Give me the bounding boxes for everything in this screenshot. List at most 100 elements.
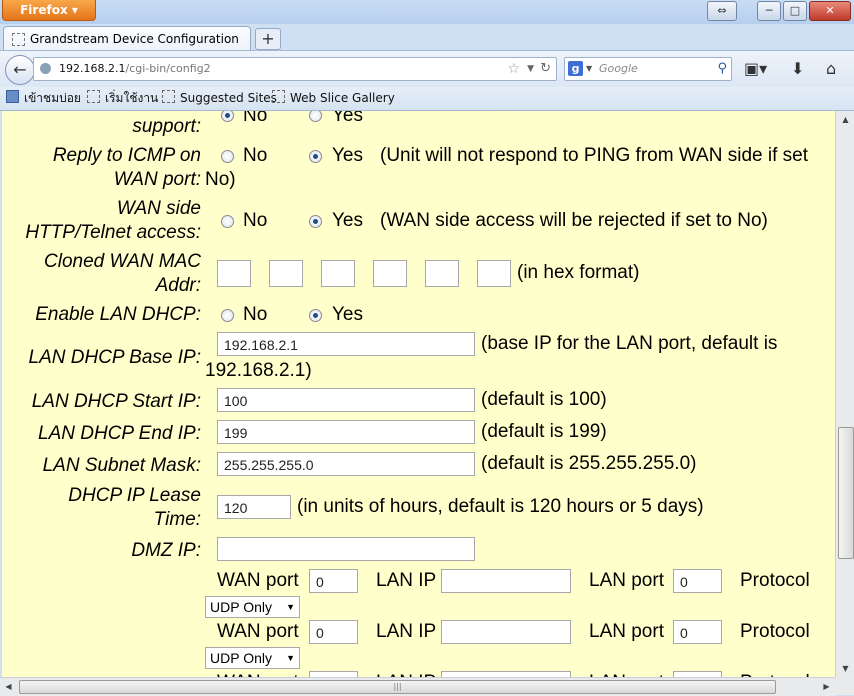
icmp-label-line2: WAN port:	[113, 169, 201, 190]
search-box[interactable]: g ▼ Google ⚲	[564, 57, 732, 81]
bookmark-most-visited[interactable]: เข้าชมบ่อย	[6, 87, 81, 110]
search-icon[interactable]: ⚲	[717, 58, 727, 80]
mac-note: (in hex format)	[517, 262, 640, 283]
back-button[interactable]: ←	[5, 55, 35, 85]
tab-grandstream[interactable]: Grandstream Device Configuration	[3, 26, 251, 51]
mac-octet-1-input[interactable]	[217, 260, 251, 287]
engine-dropdown-icon[interactable]: ▼	[586, 58, 592, 80]
http-no-radio[interactable]	[221, 215, 234, 228]
base-ip-note-continued: 192.168.2.1)	[205, 360, 312, 381]
tab-title: Grandstream Device Configuration	[30, 32, 239, 46]
scroll-down-icon[interactable]: ▼	[836, 660, 854, 677]
forward-wan-port-input[interactable]: 0	[309, 569, 358, 593]
end-ip-input[interactable]: 199	[217, 420, 475, 444]
url-text: 192.168.2.1/cgi-bin/config2	[59, 58, 211, 80]
close-button[interactable]: ✕	[809, 1, 851, 21]
forward-lan-port-label: LAN port	[589, 570, 664, 591]
title-bar: Firefox ▾ ⇔ ─ □ ✕	[0, 0, 854, 24]
scroll-left-icon[interactable]: ◀	[0, 678, 17, 695]
lan-dhcp-label: Enable LAN DHCP:	[35, 304, 201, 325]
vertical-scroll-thumb[interactable]	[838, 427, 854, 559]
page-icon	[162, 90, 175, 103]
url-bar[interactable]: 192.168.2.1/cgi-bin/config2 ☆ ▼ ↻	[33, 57, 557, 81]
start-ip-input[interactable]: 100	[217, 388, 475, 412]
minimize-button[interactable]: ─	[757, 1, 781, 21]
forward-protocol-label: Protocol	[740, 621, 810, 642]
forward-wan-port-label: WAN port	[217, 570, 299, 591]
support-no-radio[interactable]	[221, 111, 234, 122]
lan-dhcp-no-radio[interactable]	[221, 309, 234, 322]
icmp-label-line1: Reply to ICMP on	[52, 145, 201, 166]
bookmarks-icon	[6, 90, 19, 103]
bookmark-getting-started[interactable]: เริ่มใช้งาน	[87, 87, 158, 110]
start-ip-note: (default is 100)	[481, 389, 607, 410]
reload-icon[interactable]: ↻	[540, 58, 551, 80]
support-yes-label: Yes	[332, 111, 363, 126]
mac-label-line1: Cloned WAN MAC	[44, 251, 201, 272]
support-no-label: No	[243, 111, 268, 126]
horizontal-scroll-thumb[interactable]: |||	[19, 680, 776, 694]
lan-dhcp-yes-label: Yes	[332, 304, 363, 325]
forward-lan-ip-label: LAN IP	[376, 570, 437, 591]
http-label-line2: HTTP/Telnet access:	[25, 222, 201, 243]
forward-protocol-select[interactable]: UDP Only ▼	[205, 596, 300, 618]
support-label: support:	[132, 116, 201, 137]
bookmarks-menu-icon[interactable]: ▣▾	[744, 59, 767, 78]
forward-lan-port-input[interactable]: 0	[673, 569, 722, 593]
http-yes-radio[interactable]	[309, 215, 322, 228]
bookmark-suggested-sites[interactable]: Suggested Sites	[162, 87, 277, 110]
bookmark-label: Suggested Sites	[180, 91, 277, 105]
home-icon[interactable]: ⌂	[826, 59, 836, 78]
lease-input[interactable]: 120	[217, 495, 291, 519]
vertical-scrollbar[interactable]: ▲ ▼	[835, 111, 854, 677]
bookmark-label: Web Slice Gallery	[290, 91, 395, 105]
base-ip-input[interactable]: 192.168.2.1	[217, 332, 475, 356]
url-dropdown-icon[interactable]: ▼	[527, 58, 534, 80]
http-note: (WAN side access will be rejected if set…	[380, 210, 768, 231]
mac-octet-5-input[interactable]	[425, 260, 459, 287]
google-engine-icon[interactable]: g	[568, 61, 583, 76]
mac-octet-3-input[interactable]	[321, 260, 355, 287]
http-yes-label: Yes	[332, 210, 363, 231]
firefox-menu-button[interactable]: Firefox ▾	[2, 0, 96, 21]
dmz-ip-input[interactable]	[217, 537, 475, 561]
search-input[interactable]: Google	[599, 58, 638, 80]
subnet-input[interactable]: 255.255.255.0	[217, 452, 475, 476]
scroll-up-icon[interactable]: ▲	[836, 111, 854, 128]
icmp-no-radio[interactable]	[221, 150, 234, 163]
chevron-down-icon: ▼	[286, 653, 295, 663]
forward-protocol-label: Protocol	[740, 570, 810, 591]
forward-wan-port-input[interactable]: 0	[309, 620, 358, 644]
icmp-note-continued: No)	[205, 169, 236, 190]
page-content: support: No Yes Reply to ICMP on WAN por…	[2, 111, 835, 677]
bookmark-star-icon[interactable]: ☆	[507, 58, 520, 80]
protocol-value: UDP Only	[210, 599, 272, 615]
icmp-no-label: No	[243, 145, 268, 166]
forward-lan-ip-input[interactable]	[441, 620, 571, 644]
chevron-down-icon: ▼	[286, 602, 295, 612]
forward-lan-ip-input[interactable]	[441, 569, 571, 593]
forward-lan-port-input[interactable]: 0	[673, 620, 722, 644]
icmp-yes-radio[interactable]	[309, 150, 322, 163]
bookmark-web-slice-gallery[interactable]: Web Slice Gallery	[272, 87, 395, 110]
mac-octet-4-input[interactable]	[373, 260, 407, 287]
support-yes-radio[interactable]	[309, 111, 322, 122]
scroll-right-icon[interactable]: ▶	[818, 678, 835, 695]
navigation-bar: ← 192.168.2.1/cgi-bin/config2 ☆ ▼ ↻ g ▼ …	[0, 50, 854, 87]
mac-octet-2-input[interactable]	[269, 260, 303, 287]
mac-octet-6-input[interactable]	[477, 260, 511, 287]
http-no-label: No	[243, 210, 268, 231]
scrollbar-corner	[835, 677, 854, 695]
lease-label-line1: DHCP IP Lease	[68, 485, 201, 506]
restore-icon[interactable]: ⇔	[707, 1, 737, 21]
page-icon	[87, 90, 100, 103]
base-ip-note: (base IP for the LAN port, default is	[481, 333, 778, 354]
lan-dhcp-yes-radio[interactable]	[309, 309, 322, 322]
start-ip-label: LAN DHCP Start IP:	[31, 391, 201, 412]
forward-protocol-select[interactable]: UDP Only ▼	[205, 647, 300, 669]
new-tab-button[interactable]: +	[255, 28, 281, 50]
horizontal-scrollbar[interactable]: ◀ ||| ▶	[0, 677, 835, 696]
maximize-button[interactable]: □	[783, 1, 807, 21]
download-icon[interactable]: ⬇	[791, 59, 804, 78]
url-path: /cgi-bin/config2	[125, 62, 211, 75]
